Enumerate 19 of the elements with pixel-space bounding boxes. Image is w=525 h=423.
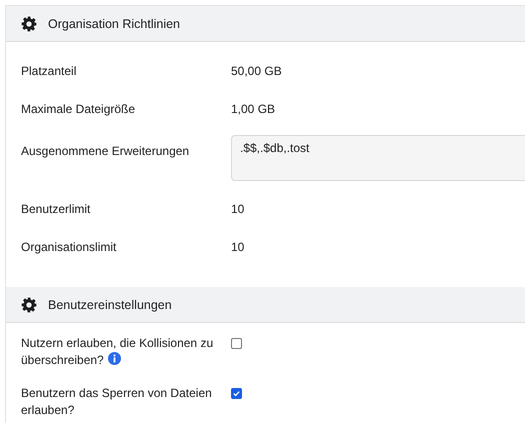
extensions-field[interactable]: .$$,.$db,.tost [231, 135, 525, 181]
field-label: Organisationslimit [21, 240, 116, 254]
info-icon [108, 352, 121, 365]
field-value: 1,00 GB [231, 102, 276, 116]
field-label: Nutzern erlauben, die Kollisionen zu überschreiben? [21, 336, 214, 367]
section-title: Benutzereinstellungen [48, 298, 172, 312]
checkbox[interactable] [231, 388, 242, 399]
field-label: Maximale Dateigröße [21, 102, 136, 116]
field-label: Benutzern das Sperren von Dateien erlauben? [21, 386, 212, 417]
checkbox[interactable] [231, 338, 242, 349]
field-value: 50,00 GB [231, 64, 282, 78]
field-label: Benutzerlimit [21, 202, 90, 216]
settings-icon [21, 296, 37, 312]
field-label: Platzanteil [21, 64, 76, 78]
settings-icon [21, 16, 37, 32]
field-value: 10 [231, 202, 244, 216]
field-value: 10 [231, 240, 244, 254]
section-title: Organisation Richtlinien [48, 16, 180, 30]
field-label: Ausgenommene Erweiterungen [21, 144, 190, 158]
